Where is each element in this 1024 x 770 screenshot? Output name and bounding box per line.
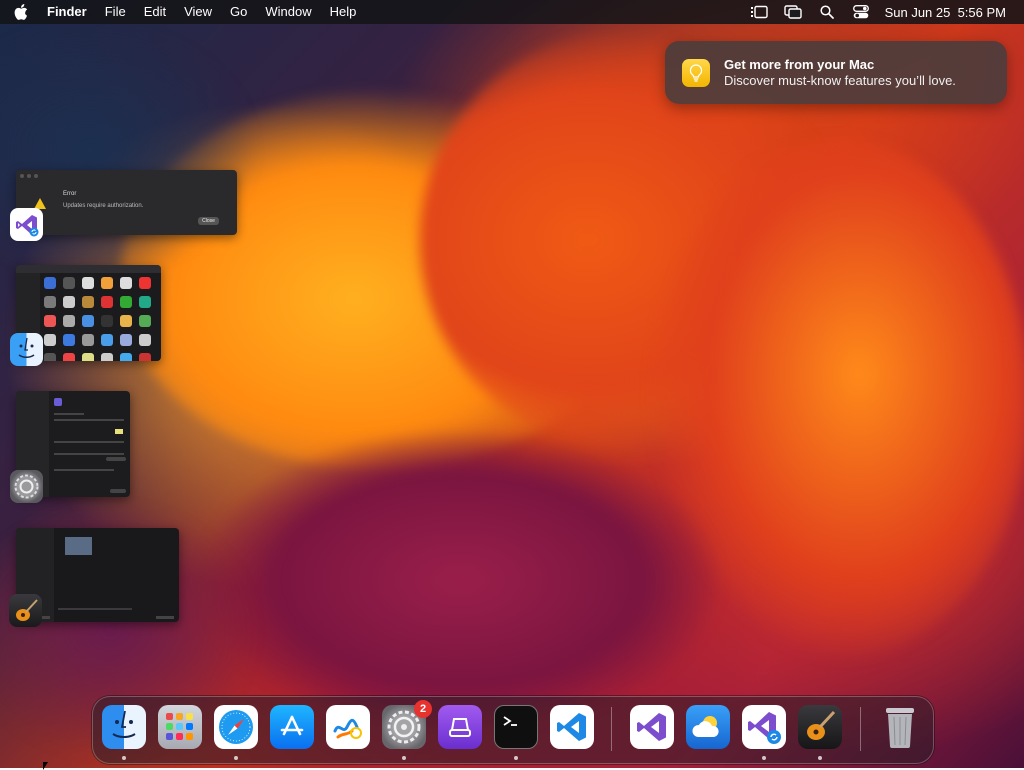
app-icon-grid [44, 277, 151, 361]
dock-terminal-icon[interactable] [494, 705, 538, 749]
running-indicator [402, 756, 406, 760]
dock-visual-studio-installer-icon[interactable] [742, 705, 786, 749]
menu-app-name[interactable]: Finder [38, 0, 96, 24]
notification-badge: 2 [414, 700, 432, 718]
window-controls [20, 174, 38, 178]
notification-banner[interactable]: Get more from your Mac Discover must-kno… [665, 41, 1007, 104]
menu-bar: Finder File Edit View Go Window Help Sun… [0, 0, 1024, 24]
notification-title: Get more from your Mac [724, 56, 875, 72]
error-title: Error [63, 191, 77, 197]
screen-mirroring-icon[interactable] [783, 4, 803, 20]
menu-file[interactable]: File [96, 0, 135, 24]
dock-apple-configurator-icon[interactable] [438, 705, 482, 749]
menu-window[interactable]: Window [256, 0, 320, 24]
dock-visual-studio-code-icon[interactable] [550, 705, 594, 749]
running-indicator [818, 756, 822, 760]
running-indicator [234, 756, 238, 760]
dock-finder-icon[interactable] [102, 705, 146, 749]
menu-view[interactable]: View [175, 0, 221, 24]
error-message: Updates require authorization. [63, 203, 144, 209]
dock-system-settings-icon[interactable]: 2 [382, 700, 432, 749]
dock-visual-studio-icon[interactable] [630, 705, 674, 749]
error-close-button[interactable]: Close [198, 217, 219, 225]
notification-body: Discover must-know features you’ll love. [724, 72, 956, 88]
running-indicator [762, 756, 766, 760]
menu-help[interactable]: Help [321, 0, 366, 24]
dock-launchpad-icon[interactable] [158, 705, 202, 749]
finder-icon [10, 333, 43, 366]
reading-list-icon[interactable] [749, 4, 769, 20]
visual-studio-installer-icon [10, 208, 43, 241]
dock: 2 [92, 696, 934, 764]
dock-safari-icon[interactable] [214, 705, 258, 749]
spotlight-search-icon[interactable] [817, 4, 837, 20]
menu-edit[interactable]: Edit [135, 0, 175, 24]
system-settings-icon [10, 470, 43, 503]
running-indicator [514, 756, 518, 760]
dock-freeform-icon[interactable] [326, 705, 370, 749]
project-thumbnail [65, 537, 92, 555]
desktop-wallpaper [0, 0, 1024, 768]
lightbulb-icon [682, 58, 710, 87]
stage-window-error-dialog[interactable]: Error Updates require authorization. Clo… [16, 170, 237, 235]
dock-app-store-icon[interactable] [270, 705, 314, 749]
dock-trash-icon[interactable] [878, 705, 922, 749]
running-indicator [122, 756, 126, 760]
menu-bar-clock[interactable]: Sun Jun 25 5:56 PM [885, 5, 1006, 20]
apple-menu-icon[interactable] [14, 4, 28, 20]
dock-separator [860, 707, 861, 751]
menu-go[interactable]: Go [221, 0, 256, 24]
garageband-icon [9, 594, 42, 627]
control-center-icon[interactable] [851, 4, 871, 20]
dock-weather-icon[interactable] [686, 705, 730, 749]
dock-separator [611, 707, 612, 751]
dock-garageband-icon[interactable] [798, 705, 842, 749]
mouse-cursor-icon [43, 762, 48, 770]
